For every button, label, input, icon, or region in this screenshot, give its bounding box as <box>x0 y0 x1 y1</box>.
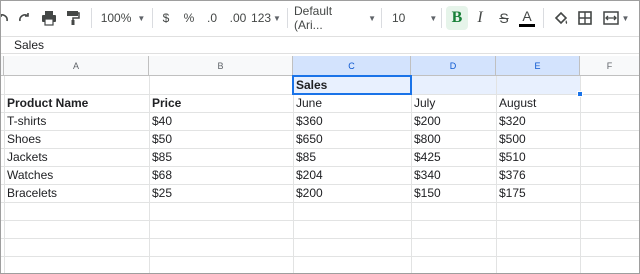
column-header-e[interactable]: E <box>496 56 580 76</box>
toolbar: 100% ▼ $ % .0 .00 123 ▼ Default (Ari... … <box>0 0 640 36</box>
table-cell[interactable]: $200 <box>411 112 496 130</box>
zoom-select[interactable]: 100% ▼ <box>98 6 148 30</box>
merge-cells-icon[interactable]: ▼ <box>598 6 634 30</box>
header-cell[interactable]: June <box>293 94 411 112</box>
font-size-select[interactable]: 10 ▼ <box>388 6 438 30</box>
table-cell[interactable]: Watches <box>4 166 149 184</box>
gridline <box>580 76 581 274</box>
active-cell-outline <box>292 75 412 95</box>
toolbar-divider <box>543 8 544 28</box>
currency-button[interactable]: $ <box>157 6 175 30</box>
column-header-b[interactable]: B <box>149 56 293 76</box>
table-cell[interactable]: Shoes <box>4 130 149 148</box>
zoom-value: 100% <box>100 11 132 25</box>
font-size-value: 10 <box>392 11 406 25</box>
undo-icon[interactable] <box>0 6 12 30</box>
table-cell[interactable]: $175 <box>496 184 580 202</box>
font-family-select[interactable]: Default (Ari... ▼ <box>294 4 376 32</box>
table-cell[interactable]: $85 <box>293 148 411 166</box>
font-family-value: Default (Ari... <box>294 4 333 32</box>
chevron-down-icon: ▼ <box>621 13 630 23</box>
table-cell[interactable]: $25 <box>149 184 293 202</box>
toolbar-divider <box>381 8 382 28</box>
table-cell[interactable]: $204 <box>293 166 411 184</box>
chevron-down-icon: ▼ <box>368 13 376 23</box>
table-cell[interactable]: Bracelets <box>4 184 149 202</box>
header-cell[interactable]: July <box>411 94 496 112</box>
decrease-decimal-button[interactable]: .0 <box>201 6 223 30</box>
toolbar-divider <box>91 8 92 28</box>
more-formats-button[interactable]: 123 ▼ <box>251 6 281 30</box>
table-cell[interactable]: $40 <box>149 112 293 130</box>
table-cell[interactable]: $150 <box>411 184 496 202</box>
table-cell[interactable]: Jackets <box>4 148 149 166</box>
strikethrough-button[interactable]: S <box>494 6 514 30</box>
toolbar-divider <box>287 8 288 28</box>
gridline <box>0 256 640 257</box>
bold-button[interactable]: B <box>446 6 468 30</box>
table-cell[interactable]: $68 <box>149 166 293 184</box>
paint-format-icon[interactable] <box>62 6 84 30</box>
table-cell[interactable]: $340 <box>411 166 496 184</box>
header-cell[interactable]: Price <box>149 94 293 112</box>
column-header-a[interactable]: A <box>4 56 149 76</box>
table-cell[interactable]: $360 <box>293 112 411 130</box>
formula-bar-value: Sales <box>14 38 45 52</box>
table-cell[interactable]: $425 <box>411 148 496 166</box>
column-header-d[interactable]: D <box>411 56 496 76</box>
table-cell[interactable]: $320 <box>496 112 580 130</box>
table-cell[interactable]: $50 <box>149 130 293 148</box>
header-cell[interactable]: August <box>496 94 580 112</box>
chevron-down-icon: ▼ <box>429 13 438 23</box>
column-header-f[interactable]: F <box>580 56 640 76</box>
table-cell[interactable]: $650 <box>293 130 411 148</box>
chevron-down-icon: ▼ <box>273 13 281 23</box>
gridline <box>0 238 640 239</box>
header-cell[interactable]: Product Name <box>4 94 149 112</box>
increase-decimal-button[interactable]: .00 <box>226 6 250 30</box>
chevron-down-icon: ▼ <box>137 13 146 23</box>
toolbar-divider <box>152 8 153 28</box>
table-cell[interactable]: T-shirts <box>4 112 149 130</box>
gridline <box>0 220 640 221</box>
percent-button[interactable]: % <box>180 6 198 30</box>
table-cell[interactable]: $200 <box>293 184 411 202</box>
italic-button[interactable]: I <box>470 6 490 30</box>
gridline <box>0 202 640 203</box>
table-cell[interactable]: $800 <box>411 130 496 148</box>
table-cell[interactable]: $510 <box>496 148 580 166</box>
fill-color-icon[interactable] <box>550 6 572 30</box>
borders-icon[interactable] <box>574 6 596 30</box>
text-color-button[interactable]: A <box>516 6 538 30</box>
table-cell[interactable]: $85 <box>149 148 293 166</box>
table-cell[interactable]: $376 <box>496 166 580 184</box>
print-icon[interactable] <box>38 6 60 30</box>
toolbar-divider <box>441 8 442 28</box>
text-color-swatch <box>519 24 535 27</box>
table-cell[interactable]: $500 <box>496 130 580 148</box>
column-header-c[interactable]: C <box>293 56 411 76</box>
spreadsheet-grid[interactable]: A B C D E F Sales Product Name Price Jun… <box>0 54 640 274</box>
redo-icon[interactable] <box>14 6 36 30</box>
formula-bar[interactable]: Sales <box>0 36 640 54</box>
